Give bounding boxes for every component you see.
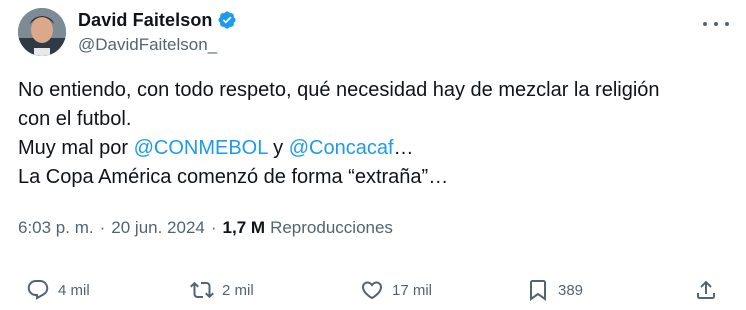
reply-icon [27, 280, 49, 300]
separator: · [210, 218, 217, 237]
like-count: 17 mil [392, 281, 433, 299]
separator: · [99, 218, 106, 237]
tweet-date[interactable]: 20 jun. 2024 [111, 218, 205, 238]
tweet-line: Muy mal por @CONMEBOL y @Concacaf… [18, 134, 738, 163]
reply-count: 4 mil [58, 281, 90, 299]
bookmark-icon [530, 280, 546, 301]
bookmark-count: 389 [558, 281, 584, 299]
tweet-metadata: 6:03 p. m. · 20 jun. 2024 · 1,7 M Reprod… [18, 218, 393, 238]
share-button[interactable] [694, 276, 718, 304]
like-button[interactable]: 17 mil [360, 276, 432, 304]
views-label: Reproducciones [270, 218, 393, 237]
heart-icon [361, 281, 383, 300]
mention-link-conmebol[interactable]: @CONMEBOL [134, 137, 268, 159]
more-dot [714, 22, 718, 26]
more-dot [725, 22, 729, 26]
retweet-button[interactable]: 2 mil [190, 276, 254, 304]
tweet-text-segment: … [393, 137, 414, 159]
more-options-icon[interactable] [703, 14, 729, 34]
retweet-count: 2 mil [222, 281, 254, 299]
author-display-name[interactable]: David Faitelson [78, 10, 213, 31]
tweet-time[interactable]: 6:03 p. m. [18, 218, 94, 238]
bookmark-button[interactable]: 389 [526, 276, 583, 304]
avatar[interactable] [18, 8, 66, 56]
verified-badge-icon[interactable] [217, 10, 237, 30]
tweet-text-segment: y [267, 137, 289, 159]
author-handle[interactable]: @DavidFaitelson_ [78, 35, 237, 55]
tweet-line: No entiendo, con todo respeto, qué neces… [18, 79, 660, 101]
tweet-line: con el futbol. [18, 108, 132, 130]
avatar-photo [18, 8, 66, 56]
author-info: David Faitelson @DavidFaitelson_ [78, 9, 237, 55]
share-icon [697, 280, 715, 299]
views-count: 1,7 M [222, 218, 266, 237]
mention-link-concacaf[interactable]: @Concacaf [289, 137, 394, 159]
more-dot [703, 22, 707, 26]
retweet-icon [190, 281, 214, 299]
tweet-text-segment: Muy mal por [18, 137, 134, 159]
tweet-line: La Copa América comenzó de forma “extrañ… [18, 166, 449, 188]
reply-button[interactable]: 4 mil [26, 276, 90, 304]
tweet-text: No entiendo, con todo respeto, qué neces… [18, 76, 738, 192]
action-bar: 4 mil 2 mil 17 mil 389 [0, 276, 746, 304]
